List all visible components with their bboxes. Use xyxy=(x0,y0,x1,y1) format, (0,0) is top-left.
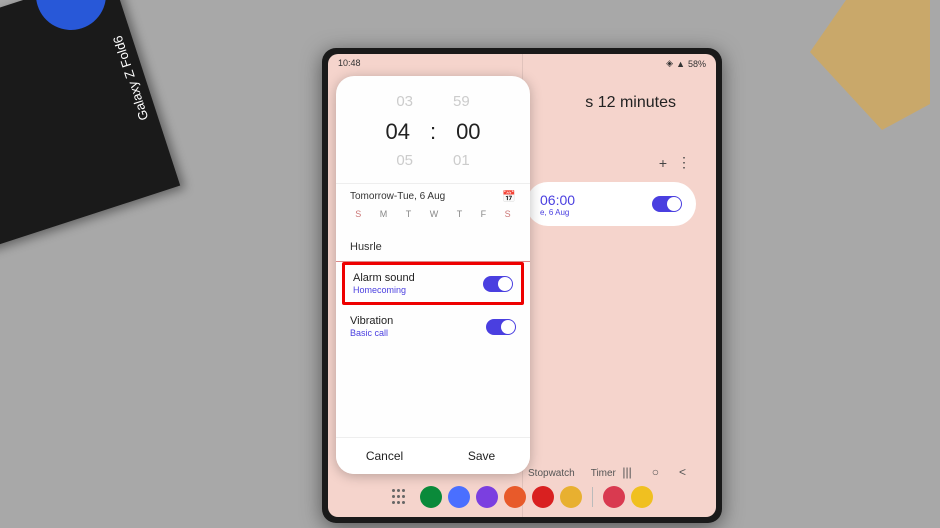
dialog-buttons: Cancel Save xyxy=(336,437,530,474)
status-icons: ◈ ▲ 58% xyxy=(666,58,706,69)
nav-bar: ||| ○ < xyxy=(622,465,686,479)
nav-home-icon[interactable]: ○ xyxy=(652,465,659,479)
dock xyxy=(328,481,716,513)
alarm-sound-option[interactable]: Alarm sound Homecoming xyxy=(342,262,524,305)
minute-value[interactable]: 00 xyxy=(456,114,480,149)
dock-app-4[interactable] xyxy=(504,486,526,508)
dock-separator xyxy=(592,487,593,507)
alarm-sound-title: Alarm sound xyxy=(353,272,415,284)
alarm-time: 06:00 xyxy=(540,192,575,208)
alarm-card[interactable]: 06:00 e, 6 Aug xyxy=(526,182,696,226)
product-box: Galaxy Z Fold6 xyxy=(0,0,180,257)
dock-app-6[interactable] xyxy=(560,486,582,508)
time-picker[interactable]: 0359 04:00 0501 xyxy=(336,76,530,183)
day-picker[interactable]: SMTWTFS xyxy=(336,207,530,227)
more-icon[interactable]: ⋮ xyxy=(677,154,691,171)
status-time: 10:48 xyxy=(338,58,361,69)
add-icon[interactable]: + xyxy=(659,155,667,171)
wood-block xyxy=(810,0,930,130)
dock-app-5[interactable] xyxy=(532,486,554,508)
alarm-date: e, 6 Aug xyxy=(540,208,575,217)
tablet-device: 10:48 ◈ ▲ 58% s 12 minutes + ⋮ 06:00 e, … xyxy=(322,48,722,523)
screen: 10:48 ◈ ▲ 58% s 12 minutes + ⋮ 06:00 e, … xyxy=(328,54,716,517)
signal-icon: ▲ xyxy=(676,59,685,69)
nav-recent-icon[interactable]: ||| xyxy=(622,465,631,479)
dock-app-3[interactable] xyxy=(476,486,498,508)
vibration-title: Vibration xyxy=(350,315,393,327)
dock-app-2[interactable] xyxy=(448,486,470,508)
alarm-name-input[interactable] xyxy=(350,241,516,253)
calendar-icon[interactable]: 📅 xyxy=(502,190,516,203)
battery-text: 58% xyxy=(688,59,706,69)
dock-app-8[interactable] xyxy=(631,486,653,508)
save-button[interactable]: Save xyxy=(433,438,530,474)
alarm-name-row xyxy=(336,227,530,262)
alarm-edit-dialog: 0359 04:00 0501 Tomorrow-Tue, 6 Aug 📅 SM… xyxy=(336,76,530,474)
alarm-countdown: s 12 minutes xyxy=(585,94,676,112)
cancel-button[interactable]: Cancel xyxy=(336,438,433,474)
vibration-value: Basic call xyxy=(350,328,393,338)
alarm-sound-toggle[interactable] xyxy=(483,276,513,292)
vibration-option[interactable]: Vibration Basic call xyxy=(336,305,530,348)
tab-stopwatch[interactable]: Stopwatch xyxy=(528,468,575,479)
alarm-toggle[interactable] xyxy=(652,196,682,212)
vibration-toggle[interactable] xyxy=(486,319,516,335)
dock-app-1[interactable] xyxy=(420,486,442,508)
wifi-icon: ◈ xyxy=(666,58,673,69)
alarm-sound-value: Homecoming xyxy=(353,285,415,295)
box-logo xyxy=(27,0,115,39)
date-selector[interactable]: Tomorrow-Tue, 6 Aug 📅 xyxy=(336,183,530,207)
alarm-header-actions: + ⋮ xyxy=(659,154,691,171)
tab-timer[interactable]: Timer xyxy=(591,468,616,479)
nav-back-icon[interactable]: < xyxy=(679,465,686,479)
date-label: Tomorrow-Tue, 6 Aug xyxy=(350,191,445,202)
app-drawer-icon[interactable] xyxy=(392,489,408,505)
hour-value[interactable]: 04 xyxy=(385,114,409,149)
clock-tabs: Stopwatch Timer xyxy=(528,468,616,479)
dock-app-7[interactable] xyxy=(603,486,625,508)
box-label: Galaxy Z Fold6 xyxy=(110,34,152,122)
